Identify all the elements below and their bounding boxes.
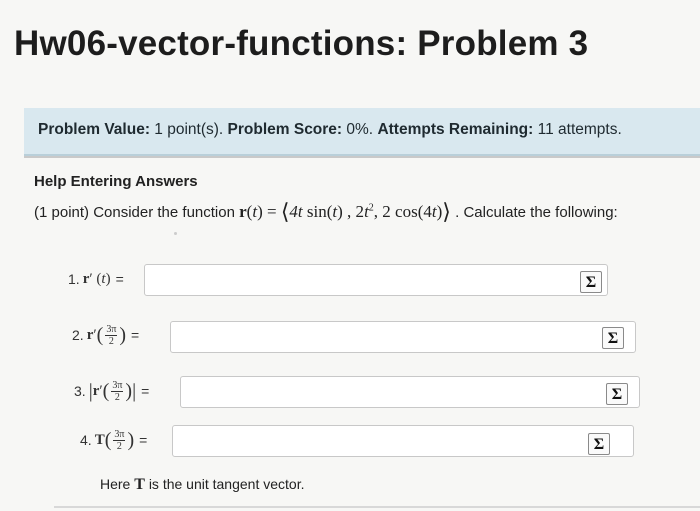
- problem-outro: . Calculate the following:: [455, 204, 618, 221]
- answer-2-input[interactable]: [170, 321, 636, 353]
- answer-1-input[interactable]: [144, 264, 608, 296]
- answer-4-input[interactable]: [172, 425, 634, 457]
- footer-note: Here T is the unit tangent vector.: [100, 476, 305, 493]
- sigma-icon[interactable]: Σ: [606, 383, 628, 405]
- problem-value: 1 point(s).: [154, 121, 224, 138]
- question-4-label: 4. T (3π 2) =: [80, 428, 148, 452]
- problem-score-label: Problem Score:: [227, 121, 343, 138]
- question-2-label: 2. r′ (3π 2) =: [72, 323, 140, 347]
- sigma-icon[interactable]: Σ: [588, 433, 610, 455]
- problem-statement: (1 point) Consider the function r(t) = ⟨…: [34, 199, 618, 225]
- divider: [24, 156, 700, 158]
- attempts-remaining-label: Attempts Remaining:: [377, 121, 534, 138]
- problem-value-label: Problem Value:: [38, 121, 150, 138]
- function-definition: r(t) = ⟨4t sin(t) , 2t2, 2 cos(4t)⟩: [239, 199, 451, 224]
- question-1-label: 1. r′ (t) =: [68, 270, 124, 288]
- problem-score: 0%.: [346, 121, 374, 138]
- stray-dot: [174, 232, 177, 235]
- page-title: Hw06-vector-functions: Problem 3: [14, 24, 589, 63]
- sigma-icon[interactable]: Σ: [580, 271, 602, 293]
- answer-3-input[interactable]: [180, 376, 640, 408]
- help-entering-answers-link[interactable]: Help Entering Answers: [34, 173, 198, 190]
- bottom-divider: [54, 506, 700, 508]
- attempts-remaining: 11 attempts.: [537, 121, 622, 138]
- problem-intro: (1 point) Consider the function: [34, 204, 235, 221]
- score-text: Problem Value: 1 point(s). Problem Score…: [38, 121, 622, 139]
- question-3-label: 3. | r′ (3π 2) | =: [74, 379, 150, 403]
- problem-score-bar: Problem Value: 1 point(s). Problem Score…: [24, 108, 700, 156]
- sigma-icon[interactable]: Σ: [602, 327, 624, 349]
